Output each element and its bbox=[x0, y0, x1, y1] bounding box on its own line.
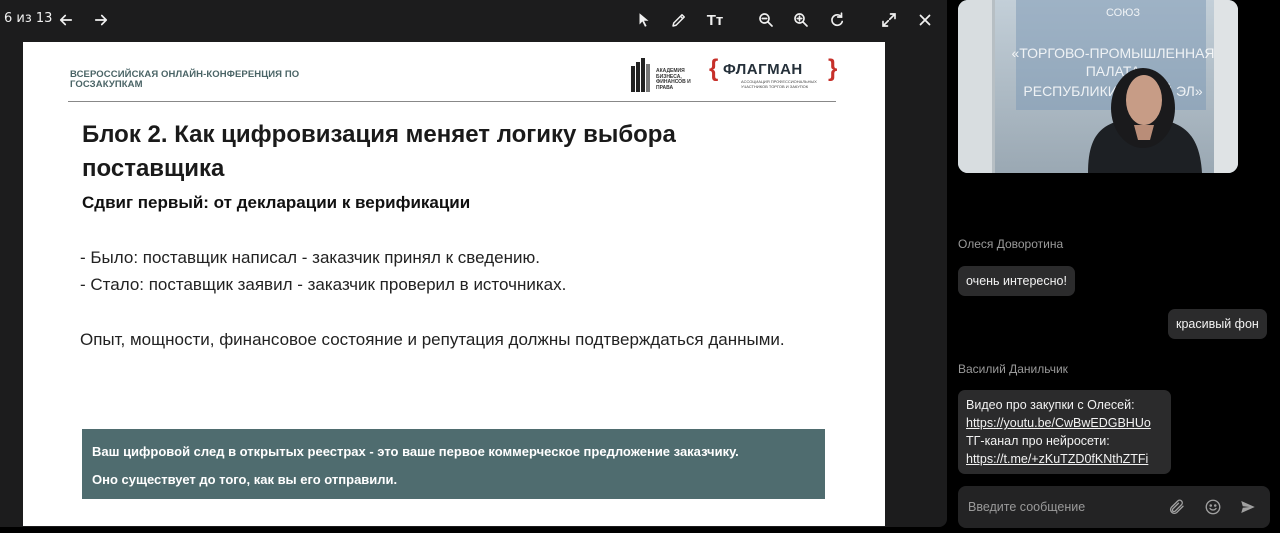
video-sign-line-2: «ТОРГОВО-ПРОМЫШЛЕННАЯ bbox=[1011, 45, 1214, 61]
pen-icon[interactable] bbox=[665, 6, 693, 34]
academy-logo-icon bbox=[631, 58, 650, 92]
flagman-logo: { ФЛАГМАН } АССОЦИАЦИЯ ПРОФЕССИОНАЛЬНЫХ … bbox=[709, 55, 839, 94]
conference-side-panel: СОЮЗ «ТОРГОВО-ПРОМЫШЛЕННАЯ ПАЛАТА РЕСПУБ… bbox=[950, 0, 1280, 533]
pointer-icon[interactable] bbox=[630, 6, 658, 34]
chat-message-line: ТГ-канал про нейросети: bbox=[966, 434, 1110, 448]
page-counter: 6 из 13 bbox=[4, 11, 53, 26]
conference-title: ВСЕРОССИЙСКАЯ ОНЛАЙН-КОНФЕРЕНЦИЯ ПО ГОСЗ… bbox=[70, 69, 300, 90]
message-input[interactable] bbox=[968, 497, 1158, 517]
text-size-icon[interactable]: Tт bbox=[701, 6, 729, 34]
callout-line-1: Ваш цифровой след в открытых реестрах - … bbox=[92, 444, 739, 459]
slide-divider bbox=[68, 101, 836, 102]
chat-message: красивый фон bbox=[1168, 309, 1267, 339]
flagman-logo-name: ФЛАГМАН bbox=[723, 61, 803, 78]
speaker-video[interactable]: СОЮЗ «ТОРГОВО-ПРОМЫШЛЕННАЯ ПАЛАТА РЕСПУБ… bbox=[958, 0, 1238, 173]
slide-line-now: - Стало: поставщик заявил - заказчик про… bbox=[80, 275, 567, 294]
video-sign-line-1: СОЮЗ bbox=[1106, 7, 1140, 19]
chat-author: Олеся Доворотина bbox=[958, 237, 1064, 251]
chat-author: Василий Данильчик bbox=[958, 362, 1068, 376]
speaker-video-frame: СОЮЗ «ТОРГОВО-ПРОМЫШЛЕННАЯ ПАЛАТА РЕСПУБ… bbox=[958, 0, 1238, 173]
callout-line-2: Оно существует до того, как вы его отпра… bbox=[92, 472, 398, 487]
chat-message-links: Видео про закупки с Олесей: https://yout… bbox=[958, 390, 1171, 474]
chat-panel: Олеся Доворотина очень интересно! красив… bbox=[950, 180, 1280, 480]
arrow-left-icon[interactable] bbox=[52, 6, 80, 34]
flagman-bracket-left: { bbox=[709, 55, 719, 82]
message-composer bbox=[958, 486, 1270, 528]
youtube-link[interactable]: https://youtu.be/CwBwEDGBHUo bbox=[966, 416, 1151, 430]
fullscreen-icon[interactable] bbox=[875, 6, 903, 34]
slide-subheading: Сдвиг первый: от декларации к верификаци… bbox=[82, 193, 471, 212]
presentation-viewer: 6 из 13 Tт ВСЕРОССИЙСКАЯ ОНЛАЙН-КОНФЕРЕН… bbox=[0, 0, 947, 527]
arrow-right-icon[interactable] bbox=[87, 6, 115, 34]
close-icon[interactable] bbox=[911, 6, 939, 34]
paperclip-icon[interactable] bbox=[1166, 496, 1188, 518]
viewer-toolbar: 6 из 13 Tт bbox=[0, 0, 947, 40]
telegram-link[interactable]: https://t.me/+zKuTZD0fKNthZTFi bbox=[966, 452, 1148, 466]
slide-heading: Блок 2. Как цифровизация меняет логику в… bbox=[82, 121, 676, 182]
flagman-logo-subtitle: АССОЦИАЦИЯ ПРОФЕССИОНАЛЬНЫХ УЧАСТНИКОВ Т… bbox=[741, 79, 817, 89]
presentation-slide: ВСЕРОССИЙСКАЯ ОНЛАЙН-КОНФЕРЕНЦИЯ ПО ГОСЗ… bbox=[23, 42, 885, 526]
chat-message: очень интересно! bbox=[958, 266, 1075, 296]
chat-message-line: Видео про закупки с Олесей: bbox=[966, 398, 1135, 412]
academy-logo: АКАДЕМИЯ БИЗНЕСА, ФИНАНСОВ И ПРАВА bbox=[631, 56, 701, 96]
flagman-bracket-right: } bbox=[828, 55, 838, 82]
rotate-icon[interactable] bbox=[823, 6, 851, 34]
slide-paragraph: Опыт, мощности, финансовое состояние и р… bbox=[80, 330, 785, 349]
slide-callout: Ваш цифровой след в открытых реестрах - … bbox=[82, 429, 825, 499]
academy-logo-text: АКАДЕМИЯ БИЗНЕСА, ФИНАНСОВ И ПРАВА bbox=[656, 68, 691, 91]
slide-line-was: - Было: поставщик написал - заказчик при… bbox=[80, 248, 540, 267]
zoom-in-icon[interactable] bbox=[787, 6, 815, 34]
zoom-out-icon[interactable] bbox=[752, 6, 780, 34]
emoji-icon[interactable] bbox=[1202, 496, 1224, 518]
send-icon[interactable] bbox=[1237, 496, 1259, 518]
